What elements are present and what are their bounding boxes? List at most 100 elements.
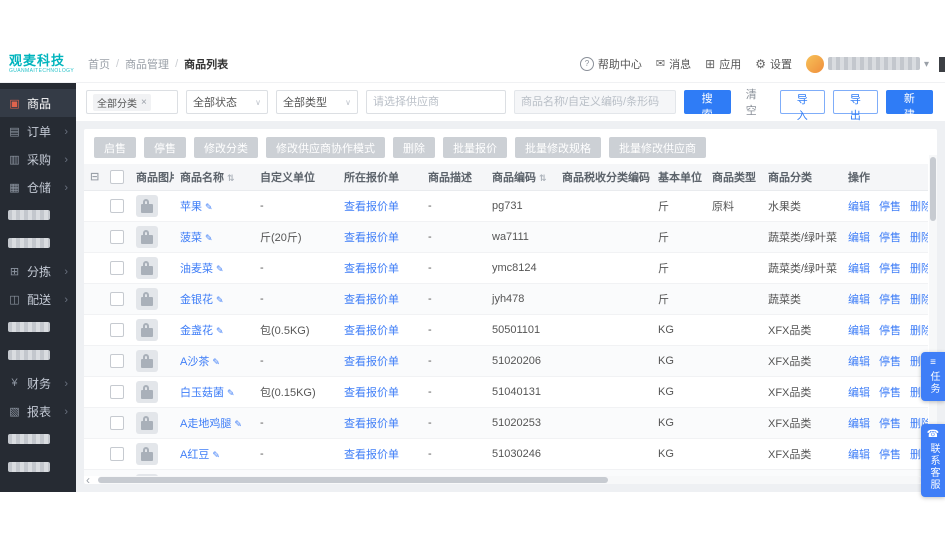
product-name-link[interactable]: 白玉菇菌 xyxy=(180,387,224,399)
type-filter-select[interactable]: 全部类型 xyxy=(276,90,358,114)
product-name-link[interactable]: A红豆 xyxy=(180,449,209,461)
sidebar-item-redacted[interactable] xyxy=(0,341,76,369)
row-delete-link[interactable]: 删除 xyxy=(910,325,928,337)
edit-name-icon[interactable] xyxy=(231,418,242,430)
sidebar-item-warehouse[interactable]: 仓储 xyxy=(0,173,76,201)
row-stop-sale-link[interactable]: 停售 xyxy=(879,263,901,275)
horizontal-scrollbar-thumb[interactable] xyxy=(98,477,609,483)
row-edit-link[interactable]: 编辑 xyxy=(848,201,870,213)
product-name-link[interactable]: 苹果 xyxy=(180,201,202,213)
row-delete-link[interactable]: 删除 xyxy=(910,232,928,244)
row-checkbox[interactable] xyxy=(110,198,124,213)
export-button[interactable]: 导出 xyxy=(832,90,878,122)
row-stop-sale-link[interactable]: 停售 xyxy=(879,449,901,461)
row-checkbox[interactable] xyxy=(110,229,124,244)
sidebar-item-purchase[interactable]: 采购 xyxy=(0,145,76,173)
row-checkbox[interactable] xyxy=(110,446,124,461)
sidebar-item-orders[interactable]: 订单 xyxy=(0,117,76,145)
search-button[interactable]: 搜索 xyxy=(683,90,731,121)
row-edit-link[interactable]: 编辑 xyxy=(848,387,870,399)
row-edit-link[interactable]: 编辑 xyxy=(848,232,870,244)
help-center-button[interactable]: 帮助中心 xyxy=(579,56,642,72)
product-name-link[interactable]: 金银花 xyxy=(180,294,213,306)
vertical-scrollbar-thumb[interactable] xyxy=(930,157,936,221)
batch-action-button[interactable]: 停售 xyxy=(144,137,186,158)
breadcrumb-section[interactable]: 商品管理 xyxy=(125,56,169,72)
batch-action-button[interactable]: 修改分类 xyxy=(194,137,258,158)
sidebar-item-reports[interactable]: 报表 xyxy=(0,397,76,425)
contact-support-float-button[interactable]: 联系客服 xyxy=(921,424,945,497)
tasks-float-button[interactable]: 任务 xyxy=(921,352,945,401)
brand-logo[interactable]: 观麦科技 GUANMAITECHNOLOGY xyxy=(0,54,76,74)
edit-name-icon[interactable] xyxy=(213,263,224,275)
view-quotation-link[interactable]: 查看报价单 xyxy=(344,418,399,430)
view-quotation-link[interactable]: 查看报价单 xyxy=(344,294,399,306)
view-quotation-link[interactable]: 查看报价单 xyxy=(344,449,399,461)
remove-tag-icon[interactable] xyxy=(141,97,147,108)
sort-icon[interactable] xyxy=(224,172,235,184)
row-checkbox[interactable] xyxy=(110,353,124,368)
sidebar-item-goods[interactable]: 商品 xyxy=(0,89,76,117)
view-quotation-link[interactable]: 查看报价单 xyxy=(344,325,399,337)
keyword-input[interactable] xyxy=(514,90,676,114)
sidebar-item-redacted[interactable] xyxy=(0,425,76,453)
avatar[interactable] xyxy=(805,54,824,73)
category-filter-select[interactable]: 全部分类 xyxy=(86,90,178,114)
scroll-left-arrow[interactable]: ‹ xyxy=(86,473,90,484)
row-stop-sale-link[interactable]: 停售 xyxy=(879,232,901,244)
apps-button[interactable]: 应用 xyxy=(705,56,741,72)
row-delete-link[interactable]: 删除 xyxy=(910,201,928,213)
row-checkbox[interactable] xyxy=(110,384,124,399)
sidebar-item-delivery[interactable]: 配送 xyxy=(0,285,76,313)
view-quotation-link[interactable]: 查看报价单 xyxy=(344,201,399,213)
edit-name-icon[interactable] xyxy=(202,232,213,244)
clear-button[interactable]: 清空 xyxy=(739,86,764,118)
settings-button[interactable]: 设置 xyxy=(755,56,792,72)
sidebar-item-redacted[interactable] xyxy=(0,201,76,229)
batch-action-button[interactable]: 批量修改供应商 xyxy=(609,137,706,158)
sidebar-item-redacted[interactable] xyxy=(0,229,76,257)
status-filter-select[interactable]: 全部状态 xyxy=(186,90,268,114)
row-stop-sale-link[interactable]: 停售 xyxy=(879,201,901,213)
view-quotation-link[interactable]: 查看报价单 xyxy=(344,263,399,275)
row-edit-link[interactable]: 编辑 xyxy=(848,449,870,461)
edit-name-icon[interactable] xyxy=(213,325,224,337)
messages-button[interactable]: 消息 xyxy=(656,56,691,72)
select-all-checkbox[interactable] xyxy=(110,169,124,184)
row-edit-link[interactable]: 编辑 xyxy=(848,418,870,430)
row-checkbox[interactable] xyxy=(110,322,124,337)
edit-name-icon[interactable] xyxy=(224,387,235,399)
row-stop-sale-link[interactable]: 停售 xyxy=(879,325,901,337)
row-stop-sale-link[interactable]: 停售 xyxy=(879,418,901,430)
page-scrollbar-thumb[interactable] xyxy=(939,57,945,72)
view-quotation-link[interactable]: 查看报价单 xyxy=(344,232,399,244)
column-settings-icon[interactable] xyxy=(90,171,99,183)
sort-icon[interactable] xyxy=(536,172,547,184)
product-name-link[interactable]: 油麦菜 xyxy=(180,263,213,275)
import-button[interactable]: 导入 xyxy=(779,90,825,122)
row-stop-sale-link[interactable]: 停售 xyxy=(879,356,901,368)
edit-name-icon[interactable] xyxy=(209,356,220,368)
edit-name-icon[interactable] xyxy=(209,449,220,461)
user-menu[interactable] xyxy=(805,54,929,73)
batch-action-button[interactable]: 批量报价 xyxy=(443,137,507,158)
row-delete-link[interactable]: 删除 xyxy=(910,294,928,306)
product-name-link[interactable]: 菠菜 xyxy=(180,232,202,244)
horizontal-scrollbar[interactable] xyxy=(98,476,921,484)
product-name-link[interactable]: A沙茶 xyxy=(180,356,209,368)
edit-name-icon[interactable] xyxy=(202,201,213,213)
batch-action-button[interactable]: 修改供应商协作模式 xyxy=(266,137,385,158)
sidebar-item-sorting[interactable]: 分拣 xyxy=(0,257,76,285)
row-edit-link[interactable]: 编辑 xyxy=(848,325,870,337)
supplier-input[interactable] xyxy=(366,90,506,114)
view-quotation-link[interactable]: 查看报价单 xyxy=(344,356,399,368)
breadcrumb-home[interactable]: 首页 xyxy=(88,56,110,72)
batch-action-button[interactable]: 批量修改规格 xyxy=(515,137,601,158)
row-stop-sale-link[interactable]: 停售 xyxy=(879,294,901,306)
row-edit-link[interactable]: 编辑 xyxy=(848,294,870,306)
row-checkbox[interactable] xyxy=(110,291,124,306)
edit-name-icon[interactable] xyxy=(213,294,224,306)
row-edit-link[interactable]: 编辑 xyxy=(848,356,870,368)
sidebar-item-redacted[interactable] xyxy=(0,313,76,341)
row-checkbox[interactable] xyxy=(110,260,124,275)
